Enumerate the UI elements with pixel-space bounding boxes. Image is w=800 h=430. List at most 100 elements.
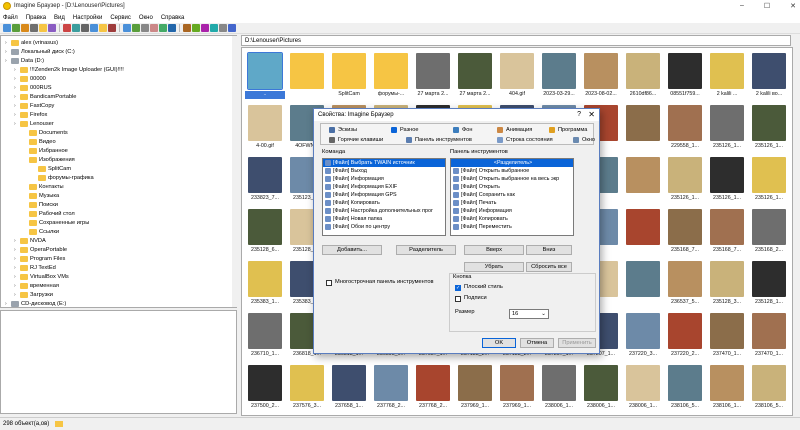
tree-scrollbar[interactable] bbox=[232, 36, 237, 307]
captions-checkbox[interactable] bbox=[455, 296, 461, 302]
slideshow-icon[interactable] bbox=[201, 24, 209, 32]
tree-node[interactable]: › Program Files bbox=[14, 254, 65, 263]
thumbnail-item[interactable]: 235128_1... bbox=[749, 258, 789, 310]
list-item[interactable]: [Файл] Выход bbox=[323, 167, 445, 175]
separator-button[interactable]: Разделитель bbox=[396, 245, 456, 255]
path-bar[interactable]: D:\Lenouser\Pictures bbox=[241, 35, 791, 46]
thumbnail-item[interactable]: 235168_2... bbox=[749, 206, 789, 258]
tree-node[interactable]: › Загрузки bbox=[14, 290, 53, 299]
thumbnail-item[interactable]: 236710_1... bbox=[245, 310, 285, 362]
tree-node[interactable]: › alex (vrinasus) bbox=[5, 38, 58, 47]
thumbnail-item[interactable]: 237220_2... bbox=[665, 310, 705, 362]
size-select[interactable]: 16 ⌄ bbox=[509, 309, 549, 319]
thumbnail-item[interactable]: 235168_7... bbox=[707, 206, 747, 258]
multiline-checkbox[interactable] bbox=[326, 280, 332, 286]
dialog-tab[interactable]: Программа bbox=[549, 127, 587, 133]
list-item[interactable]: [Файл] Информация bbox=[323, 175, 445, 183]
thumbnail-item[interactable] bbox=[287, 50, 327, 102]
select-all-icon[interactable] bbox=[159, 24, 167, 32]
tree-node[interactable]: Видео bbox=[23, 137, 56, 146]
thumbnail-item[interactable]: 2023-03-29... bbox=[539, 50, 579, 102]
thumbnail-item[interactable]: 27 марта 2... bbox=[455, 50, 495, 102]
help-icon[interactable]: ? bbox=[577, 111, 581, 118]
list-item[interactable]: [Файл] Информация GPS bbox=[323, 191, 445, 199]
thumbnail-item[interactable] bbox=[623, 206, 663, 258]
back-icon[interactable] bbox=[12, 24, 20, 32]
tree-node[interactable]: › VirtualBox VMs bbox=[14, 272, 69, 281]
thumbnail-item[interactable]: 233823_7... bbox=[245, 154, 285, 206]
apply-button[interactable]: Применить bbox=[558, 338, 596, 348]
dialog-tab[interactable]: Эскизы bbox=[329, 127, 357, 133]
thumbnail-item[interactable]: 238006_1... bbox=[623, 362, 663, 414]
menu-item[interactable]: Сервис bbox=[110, 15, 131, 21]
list-item[interactable]: [Файл] Копировать bbox=[323, 199, 445, 207]
thumbnail-item[interactable]: 2610df86... bbox=[623, 50, 663, 102]
sort-icon[interactable] bbox=[141, 24, 149, 32]
thumbnail-item[interactable]: 235126_1... bbox=[665, 154, 705, 206]
move-up-button[interactable]: Вверх bbox=[464, 245, 524, 255]
menu-item[interactable]: Файл bbox=[3, 15, 18, 21]
dialog-tab[interactable]: Анимация bbox=[497, 127, 532, 133]
settings-icon[interactable] bbox=[219, 24, 227, 32]
dialog-tab[interactable]: Окно bbox=[573, 137, 595, 143]
thumbnail-item[interactable]: 237576_3... bbox=[287, 362, 327, 414]
cut-icon[interactable] bbox=[63, 24, 71, 32]
tree-node[interactable]: › FastCopy bbox=[14, 101, 54, 110]
thumbnail-item[interactable]: 229558_1... bbox=[665, 102, 705, 154]
list-item[interactable]: [Файл] Копировать bbox=[451, 215, 573, 223]
list-item[interactable]: [Файл] Обои по центру bbox=[323, 223, 445, 231]
dialog-tab[interactable]: Горячие клавиши bbox=[329, 137, 383, 143]
tree-node[interactable]: Изображения bbox=[23, 155, 75, 164]
thumbnail-item[interactable]: 238106_5... bbox=[665, 362, 705, 414]
dialog-tab[interactable]: Строка состояния bbox=[497, 137, 553, 143]
tree-node[interactable]: Избранное bbox=[23, 146, 68, 155]
remove-button[interactable]: Убрать bbox=[464, 262, 524, 272]
thumbnail-item[interactable]: 235168_7... bbox=[665, 206, 705, 258]
toolbar-panel-list[interactable]: <Разделитель> [Файл] Открыть выбранное [Фа… bbox=[450, 158, 574, 236]
view-thumbs-icon[interactable] bbox=[123, 24, 131, 32]
flat-style-checkbox[interactable] bbox=[455, 285, 461, 291]
dialog-tab[interactable]: Разное bbox=[391, 127, 418, 133]
list-item[interactable]: [Файл] Переместить bbox=[451, 223, 573, 231]
folder-icon[interactable] bbox=[39, 24, 47, 32]
tree-node[interactable]: Сохраненные игры bbox=[23, 218, 89, 227]
thumbnail-item[interactable]: 404.gif bbox=[497, 50, 537, 102]
thumbnail-item[interactable] bbox=[623, 154, 663, 206]
thumbnail-item[interactable]: 236537_5... bbox=[665, 258, 705, 310]
thumbnail-item[interactable]: .. bbox=[245, 50, 285, 102]
rename-icon[interactable] bbox=[90, 24, 98, 32]
list-item[interactable]: [Файл] Открыть выбранное bbox=[451, 167, 573, 175]
tree-node[interactable]: › !!!Zenden2k Image Uploader (GUI)!!!! bbox=[14, 65, 124, 74]
list-item[interactable]: [Файл] Информация EXIF bbox=[323, 183, 445, 191]
delete-icon[interactable] bbox=[81, 24, 89, 32]
tree-node[interactable]: › Firefox bbox=[14, 110, 47, 119]
thumbnail-item[interactable]: 235126_1... bbox=[707, 154, 747, 206]
maximize-icon[interactable]: ☐ bbox=[764, 2, 770, 10]
paste-icon[interactable] bbox=[72, 24, 80, 32]
tree-node[interactable]: › 00000 bbox=[14, 74, 46, 83]
help-icon[interactable] bbox=[228, 24, 236, 32]
list-item[interactable]: [Файл] Открыть выбранное на весь экр bbox=[451, 175, 573, 183]
menu-item[interactable]: Справка bbox=[161, 15, 185, 21]
thumbnail-item[interactable]: 237969_1... bbox=[497, 362, 537, 414]
zoom-in-icon[interactable] bbox=[168, 24, 176, 32]
properties-icon[interactable] bbox=[108, 24, 116, 32]
thumbnail-item[interactable]: 237220_3... bbox=[623, 310, 663, 362]
list-item[interactable]: [Файл] Настройка дополнительных прог bbox=[323, 207, 445, 215]
tree-node[interactable]: › временная bbox=[14, 281, 59, 290]
tree-node[interactable]: Поиски bbox=[23, 200, 58, 209]
thumbnail-item[interactable]: 238106_5... bbox=[749, 362, 789, 414]
dialog-tab[interactable]: Панель инструментов bbox=[406, 137, 472, 143]
list-item[interactable]: [Файл] Информация bbox=[451, 207, 573, 215]
thumbnail-item[interactable]: 235126_1... bbox=[749, 102, 789, 154]
thumbnail-item[interactable]: форумы-... bbox=[371, 50, 411, 102]
list-item[interactable]: [Файл] Сохранить как bbox=[451, 191, 573, 199]
thumbnail-item[interactable]: 235128_3... bbox=[707, 258, 747, 310]
menu-item[interactable]: Настройки bbox=[73, 15, 102, 21]
tree-node[interactable]: Ссылки bbox=[23, 227, 59, 236]
commands-list[interactable]: [Файл] Выбрать TWAIN источник [Файл] Выхо… bbox=[322, 158, 446, 236]
ok-button[interactable]: OK bbox=[482, 338, 516, 348]
thumbnail-item[interactable]: 08551f759... bbox=[665, 50, 705, 102]
cancel-button[interactable]: Отмена bbox=[520, 338, 554, 348]
rotate-icon[interactable] bbox=[192, 24, 200, 32]
